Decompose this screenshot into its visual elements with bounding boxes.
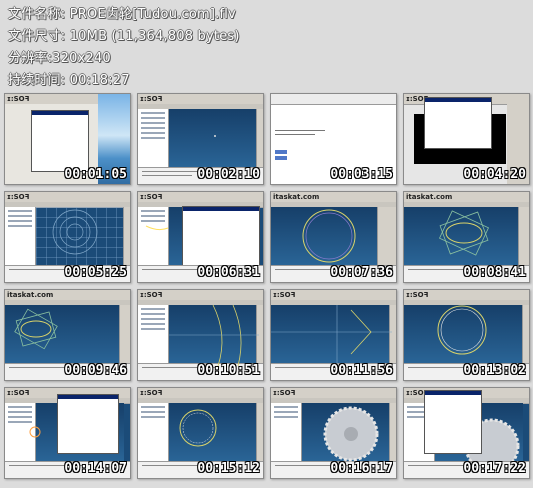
timestamp: 00:05:25 (64, 265, 127, 280)
timestamp: 00:14:07 (64, 461, 127, 476)
video-thumbnail[interactable]: ɪ:SOꟻ 00:16:17 (270, 387, 397, 479)
filename-label: 文件名称: PROE齿轮[Tudou.com].flv (8, 7, 236, 22)
file-info: 文件名称: PROE齿轮[Tudou.com].flv 文件尺寸: 10MB (… (8, 4, 240, 92)
timestamp: 00:10:51 (197, 363, 260, 378)
video-thumbnail[interactable]: ɪ:SOꟻ 00:11:56 (270, 289, 397, 381)
video-thumbnail[interactable]: ɪ:SOꟻ 00:10:51 (137, 289, 264, 381)
timestamp: 00:02:10 (197, 167, 260, 182)
video-thumbnail[interactable]: ɪ:SOꟻ 00:06:31 (137, 191, 264, 283)
timestamp: 00:13:02 (463, 363, 526, 378)
video-thumbnail[interactable]: ɪ:SOꟻ 00:14:07 (4, 387, 131, 479)
logo-text: ɪ:SOꟻ (7, 95, 30, 103)
timestamp: 00:09:46 (64, 363, 127, 378)
timestamp: 00:15:12 (197, 461, 260, 476)
timestamp: 00:07:36 (330, 265, 393, 280)
timestamp: 00:16:17 (330, 461, 393, 476)
duration-label: 持续时间: 00:18:27 (8, 73, 130, 88)
video-thumbnail[interactable]: ɪ:SOꟻ 00:04:20 (403, 93, 530, 185)
thumbnail-grid: ɪ:SOꟻ 00:01:05 ɪ:SOꟻ 00:02:10 00:03:15 ɪ… (4, 93, 530, 485)
filesize-label: 文件尺寸: 10MB (11,364,808 bytes) (8, 29, 240, 44)
video-thumbnail[interactable]: ɪ:SOꟻ 00:15:12 (137, 387, 264, 479)
timestamp: 00:11:56 (330, 363, 393, 378)
video-thumbnail[interactable]: ɪ:SOꟻ 00:17:22 (403, 387, 530, 479)
timestamp: 00:06:31 (197, 265, 260, 280)
timestamp: 00:08:41 (463, 265, 526, 280)
resolution-label: 分辨率:320x240 (8, 51, 111, 66)
video-thumbnail[interactable]: ɪ:SOꟻ 00:02:10 (137, 93, 264, 185)
video-thumbnail[interactable]: itaskat.com 00:07:36 (270, 191, 397, 283)
video-thumbnail[interactable]: ɪ:SOꟻ 00:13:02 (403, 289, 530, 381)
video-thumbnail[interactable]: ɪ:SOꟻ 00:01:05 (4, 93, 131, 185)
timestamp: 00:17:22 (463, 461, 526, 476)
timestamp: 00:03:15 (330, 167, 393, 182)
video-thumbnail[interactable]: itaskat.com 00:09:46 (4, 289, 131, 381)
video-thumbnail[interactable]: 00:03:15 (270, 93, 397, 185)
timestamp: 00:04:20 (463, 167, 526, 182)
timestamp: 00:01:05 (64, 167, 127, 182)
video-thumbnail[interactable]: itaskat.com 00:08:41 (403, 191, 530, 283)
video-thumbnail[interactable]: ɪ:SOꟻ 00:05:25 (4, 191, 131, 283)
